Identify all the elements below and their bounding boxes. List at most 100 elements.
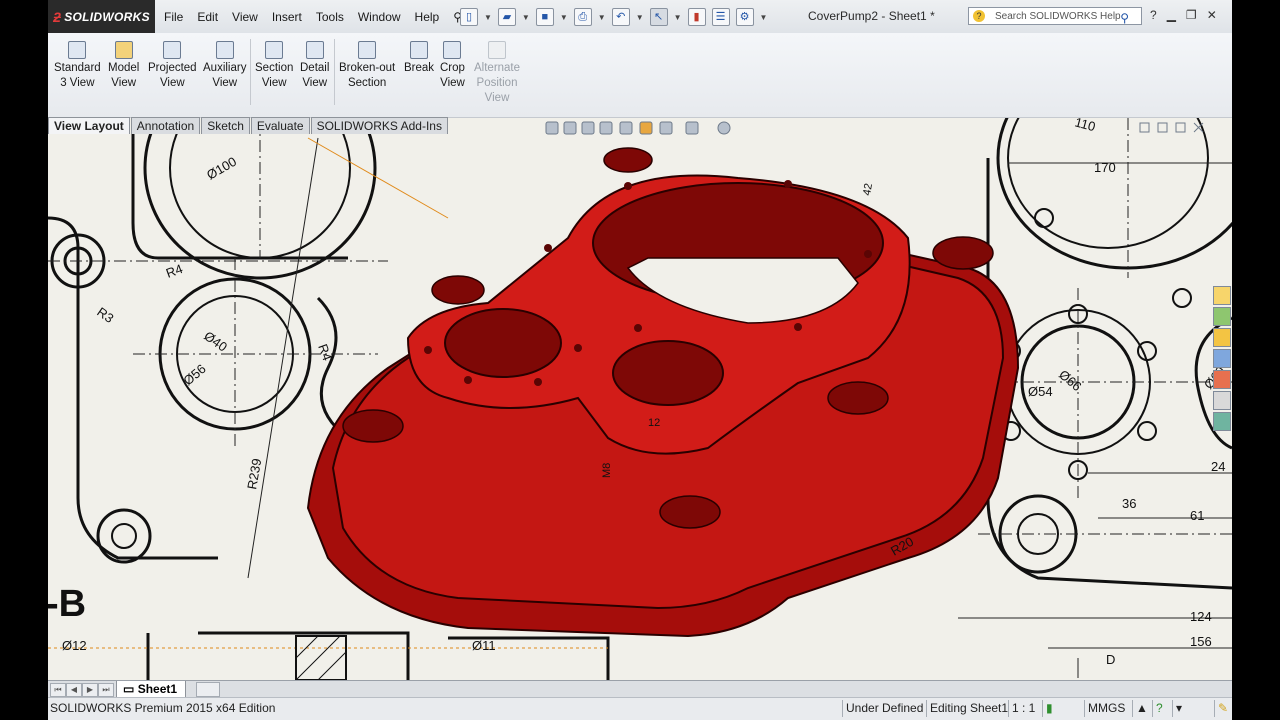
dim-d100: Ø100 bbox=[204, 154, 239, 183]
minimize-icon[interactable]: ▁ bbox=[1167, 8, 1176, 22]
new-document-icon[interactable]: ▯ bbox=[460, 8, 478, 26]
design-library-icon[interactable] bbox=[1213, 307, 1231, 326]
print-dropdown-caret[interactable]: ▼ bbox=[598, 13, 606, 22]
units-dropdown-icon[interactable]: ▲ bbox=[1132, 700, 1148, 717]
tool-label: View bbox=[484, 92, 510, 104]
tab-annotation[interactable]: Annotation bbox=[130, 117, 201, 134]
dim-r239: R239 bbox=[244, 457, 264, 490]
section-view-button[interactable]: Section View bbox=[255, 41, 293, 91]
close-icon[interactable]: ✕ bbox=[1207, 8, 1217, 22]
title-bar: ƻ SOLIDWORKS File Edit View Insert Tools… bbox=[48, 0, 1232, 34]
projected-view-button[interactable]: Projected View bbox=[148, 41, 197, 91]
standard-3-view-icon bbox=[68, 41, 87, 59]
small-bore-right bbox=[612, 340, 724, 406]
dim-d54: Ø54 bbox=[1028, 384, 1053, 399]
last-sheet-icon[interactable]: ⏭ bbox=[98, 683, 114, 697]
dim-42: 42 bbox=[861, 182, 875, 196]
menu-file[interactable]: File bbox=[164, 10, 183, 24]
crop-view-icon bbox=[443, 41, 462, 59]
menu-edit[interactable]: Edit bbox=[197, 10, 218, 24]
view-palette-icon[interactable] bbox=[1213, 349, 1231, 368]
tool-label: Broken-out bbox=[339, 62, 396, 74]
model-view-button[interactable]: Model View bbox=[108, 41, 139, 91]
new-dropdown-caret[interactable]: ▼ bbox=[484, 13, 492, 22]
command-manager: Standard 3 View Model View Projected Vie… bbox=[48, 33, 1232, 118]
broken-out-section-button[interactable]: Broken-out Section bbox=[339, 41, 395, 91]
rebuild-icon[interactable]: ▮ bbox=[687, 8, 706, 26]
next-sheet-icon[interactable]: ▶ bbox=[82, 683, 98, 697]
auxiliary-view-button[interactable]: Auxiliary View bbox=[203, 41, 246, 91]
status-rebuild-icon[interactable]: ▮ bbox=[1042, 700, 1053, 717]
crop-view-button[interactable]: Crop View bbox=[440, 41, 465, 91]
cover-pump-3d-model[interactable] bbox=[306, 147, 1020, 638]
drawing-area[interactable]: Ø100 R4 R3 Ø40 Ø56 R4 R239 Ø12 Ø11 -B R2… bbox=[48, 118, 1232, 680]
break-button[interactable]: Break bbox=[404, 41, 434, 76]
save-dropdown-caret[interactable]: ▼ bbox=[560, 13, 568, 22]
status-units[interactable]: MMGS bbox=[1084, 700, 1125, 717]
open-dropdown-caret[interactable]: ▼ bbox=[522, 13, 530, 22]
tool-label: View bbox=[440, 77, 465, 89]
tool-label: Projected bbox=[148, 62, 197, 74]
menu-window[interactable]: Window bbox=[358, 10, 401, 24]
first-sheet-icon[interactable]: ⏮ bbox=[50, 683, 66, 697]
dim-24: 24 bbox=[1211, 459, 1225, 474]
open-icon[interactable]: ▰ bbox=[497, 8, 516, 26]
heads-up-view-toolbar[interactable] bbox=[545, 121, 731, 135]
standard-3-view-button[interactable]: Standard 3 View bbox=[54, 41, 101, 91]
file-explorer-icon[interactable] bbox=[1213, 328, 1231, 347]
help-icon[interactable]: ? bbox=[1150, 8, 1157, 22]
tab-view-layout[interactable]: View Layout bbox=[48, 117, 130, 134]
undo-dropdown-caret[interactable]: ▼ bbox=[636, 13, 644, 22]
menu-help[interactable]: Help bbox=[415, 10, 440, 24]
select-icon[interactable]: ↖ bbox=[649, 8, 668, 26]
tool-label: View bbox=[111, 77, 137, 89]
alternate-position-view-button[interactable]: Alternate Position View bbox=[474, 41, 520, 106]
dim-r4-a: R4 bbox=[164, 261, 185, 281]
menu-view[interactable]: View bbox=[232, 10, 258, 24]
tab-sketch[interactable]: Sketch bbox=[201, 117, 250, 134]
solidworks-window: ƻ SOLIDWORKS File Edit View Insert Tools… bbox=[48, 0, 1232, 720]
save-icon[interactable]: ■ bbox=[535, 8, 554, 26]
tool-label: View bbox=[159, 77, 185, 89]
file-properties-icon[interactable]: ☰ bbox=[711, 8, 730, 26]
section-label-b: -B bbox=[48, 583, 86, 625]
forum-icon[interactable] bbox=[1213, 412, 1231, 431]
custom-properties-icon[interactable] bbox=[1213, 391, 1231, 410]
options-icon[interactable]: ⚙ bbox=[735, 8, 754, 26]
help-search-icon: ? bbox=[973, 10, 985, 22]
status-help-icon[interactable]: ? bbox=[1152, 700, 1163, 717]
status-editing: Editing Sheet1 bbox=[926, 700, 1008, 717]
status-bar: SOLIDWORKS Premium 2015 x64 Edition Unde… bbox=[48, 697, 1232, 720]
drawing-sheet: Ø100 R4 R3 Ø40 Ø56 R4 R239 Ø12 Ø11 -B R2… bbox=[48, 118, 1232, 680]
status-note-icon[interactable]: ✎ bbox=[1214, 700, 1228, 717]
select-dropdown-caret[interactable]: ▼ bbox=[674, 13, 682, 22]
dim-m8: M8 bbox=[601, 463, 613, 478]
print-icon[interactable]: ⎙ bbox=[573, 8, 592, 26]
window-controls: ? ▁ ❐ ✕ bbox=[1150, 8, 1217, 22]
status-scale[interactable]: 1 : 1 bbox=[1008, 700, 1035, 717]
status-dropdown-icon[interactable]: ▾ bbox=[1172, 700, 1182, 717]
previous-sheet-icon[interactable]: ◀ bbox=[66, 683, 82, 697]
detail-view-button[interactable]: Detail View bbox=[300, 41, 329, 91]
menu-tools[interactable]: Tools bbox=[316, 10, 344, 24]
solidworks-resources-icon[interactable] bbox=[1213, 286, 1231, 305]
dim-d40: Ø40 bbox=[201, 328, 230, 354]
add-sheet-icon[interactable] bbox=[196, 682, 220, 697]
sheet-tab[interactable]: ▭ Sheet1 bbox=[116, 681, 187, 698]
appearances-icon[interactable] bbox=[1213, 370, 1231, 389]
view-window-controls[interactable] bbox=[1139, 122, 1204, 133]
solidworks-logo[interactable]: ƻ SOLIDWORKS bbox=[48, 0, 155, 33]
command-manager-tabs: View Layout Annotation Sketch Evaluate S… bbox=[48, 117, 449, 134]
logo-text: SOLIDWORKS bbox=[64, 9, 150, 24]
tab-evaluate[interactable]: Evaluate bbox=[250, 117, 310, 134]
options-dropdown-caret[interactable]: ▼ bbox=[760, 13, 768, 22]
search-input[interactable]: ? Search SOLIDWORKS Help ⚲ bbox=[968, 7, 1142, 25]
dim-61: 61 bbox=[1190, 508, 1204, 523]
undo-icon[interactable]: ↶ bbox=[611, 8, 630, 26]
search-icon[interactable]: ⚲ bbox=[1120, 9, 1129, 27]
tab-solidworks-add-ins[interactable]: SOLIDWORKS Add-Ins bbox=[310, 117, 448, 134]
restore-icon[interactable]: ❐ bbox=[1186, 8, 1197, 22]
sheet-tab-label: Sheet1 bbox=[137, 682, 178, 696]
dim-d11: Ø11 bbox=[472, 638, 496, 653]
menu-insert[interactable]: Insert bbox=[272, 10, 302, 24]
